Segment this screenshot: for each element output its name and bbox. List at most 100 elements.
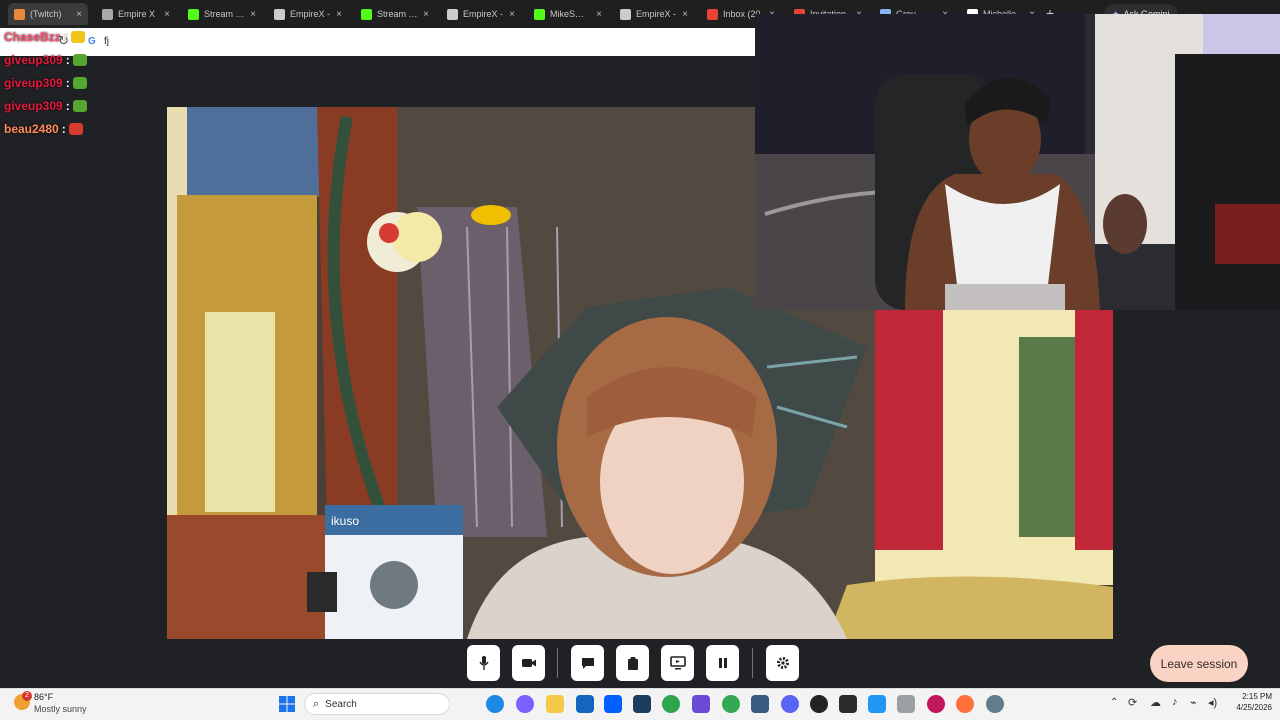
- control-divider: [557, 648, 558, 678]
- chat-emote-icon: [72, 77, 87, 89]
- address-bar[interactable]: [0, 28, 756, 56]
- tab-label: EmpireX -: [636, 9, 677, 19]
- chrome-icon[interactable]: [722, 695, 740, 713]
- browser-tab[interactable]: Stream - K ×: [355, 3, 435, 25]
- close-tab-icon[interactable]: ×: [164, 9, 170, 20]
- app-icon[interactable]: [927, 695, 945, 713]
- weather-badge: 2: [22, 691, 32, 701]
- start-button[interactable]: [279, 696, 295, 717]
- microphone-icon: [478, 656, 489, 670]
- dropbox-icon[interactable]: [604, 695, 622, 713]
- network-icon[interactable]: ⌁: [1190, 696, 1197, 709]
- present-screen-button[interactable]: [661, 645, 694, 681]
- clock-time: 2:15 PM: [1242, 692, 1272, 701]
- chat-username: giveup309: [4, 76, 63, 90]
- chat-message: beau2480:: [4, 122, 83, 136]
- browser-tab[interactable]: Empire X ×: [96, 3, 176, 25]
- close-tab-icon[interactable]: ×: [336, 9, 342, 20]
- browser-tab[interactable]: (Twitch) ×: [8, 3, 88, 25]
- grid-app-icon[interactable]: [692, 695, 710, 713]
- microphone-button[interactable]: [467, 645, 500, 681]
- tab-favicon-icon: [447, 8, 458, 20]
- tab-label: (Twitch): [30, 9, 62, 19]
- camera-icon: [521, 659, 536, 667]
- browser-tab[interactable]: EmpireX - ×: [614, 3, 694, 25]
- browser-tab[interactable]: EmpireX - ×: [441, 3, 521, 25]
- camera-button[interactable]: [512, 645, 545, 681]
- copilot-icon[interactable]: [516, 695, 534, 713]
- discord-icon[interactable]: [781, 695, 799, 713]
- browser-tab[interactable]: EmpireX - ×: [268, 3, 348, 25]
- chat-separator: :: [63, 30, 68, 44]
- tab-favicon-icon: [707, 8, 718, 20]
- epic-games-icon[interactable]: [839, 695, 857, 713]
- control-divider: [752, 648, 753, 678]
- tab-label: MikeSmalli: [550, 9, 592, 19]
- edge-icon[interactable]: [486, 695, 504, 713]
- app-icon[interactable]: [897, 695, 915, 713]
- app-icon[interactable]: [868, 695, 886, 713]
- chat-emote-icon: [68, 123, 83, 135]
- taskbar-search-label: Search: [325, 698, 357, 710]
- chat-button[interactable]: [571, 645, 604, 681]
- chat-separator: :: [65, 99, 70, 113]
- firefox-icon[interactable]: [956, 695, 974, 713]
- chat-username: giveup309: [4, 53, 63, 67]
- pause-button[interactable]: [706, 645, 739, 681]
- close-tab-icon[interactable]: ×: [682, 9, 688, 20]
- tab-favicon-icon: [620, 8, 631, 20]
- present-screen-icon: [669, 656, 686, 670]
- search-icon: ⌕: [313, 697, 320, 710]
- file-explorer-icon[interactable]: [546, 695, 564, 713]
- chat-message: ChaseBzz:: [4, 30, 85, 44]
- weather-description: Mostly sunny: [34, 704, 87, 714]
- cloud-icon[interactable]: ☁: [1150, 696, 1161, 709]
- webcam-image: [755, 14, 1280, 310]
- chat-separator: :: [65, 53, 70, 67]
- chat-emote-icon: [72, 54, 87, 66]
- product-box-label: ikuso: [331, 514, 359, 528]
- chevron-up-icon[interactable]: ⌃: [1110, 697, 1118, 708]
- app-icon[interactable]: [633, 695, 651, 713]
- close-tab-icon[interactable]: ×: [76, 9, 82, 20]
- chat-emote-icon: [72, 100, 87, 112]
- streamer-webcam: [755, 14, 1280, 310]
- taskbar-clock[interactable]: 2:15 PM 4/25/2026: [1228, 692, 1272, 712]
- store-icon[interactable]: [576, 695, 594, 713]
- clock-date: 4/25/2026: [1236, 703, 1272, 712]
- settings-button[interactable]: [766, 645, 799, 681]
- app-icon[interactable]: [751, 695, 769, 713]
- tab-label: EmpireX -: [290, 9, 331, 19]
- obs-icon[interactable]: [810, 695, 828, 713]
- close-tab-icon[interactable]: ×: [250, 9, 256, 20]
- leave-session-button[interactable]: Leave session: [1150, 645, 1248, 682]
- search-engine-icon: G: [88, 36, 96, 47]
- clipboard-icon: [627, 656, 638, 670]
- sync-icon[interactable]: ⟳: [1128, 696, 1137, 709]
- tab-label: EmpireX -: [463, 9, 504, 19]
- tab-favicon-icon: [534, 8, 545, 20]
- volume-icon[interactable]: ◂): [1208, 696, 1217, 709]
- spotify-icon[interactable]: [662, 695, 680, 713]
- taskbar-search[interactable]: ⌕ Search: [304, 693, 450, 715]
- pause-icon: [718, 658, 727, 668]
- settings-app-icon[interactable]: [986, 695, 1004, 713]
- chat-separator: :: [65, 76, 70, 90]
- browser-tab[interactable]: MikeSmalli ×: [528, 3, 608, 25]
- tab-favicon-icon: [102, 8, 113, 20]
- tab-label: Stream - K: [377, 9, 419, 19]
- windows-start-icon: [279, 696, 295, 712]
- close-tab-icon[interactable]: ×: [509, 9, 515, 20]
- address-input[interactable]: fj: [104, 36, 109, 47]
- tab-label: Stream - K: [204, 9, 246, 19]
- weather-temp: 86°F: [34, 692, 54, 702]
- close-tab-icon[interactable]: ×: [596, 9, 602, 20]
- microphone-tray-icon[interactable]: ♪: [1172, 696, 1178, 708]
- chat-message: giveup309:: [4, 53, 87, 67]
- clipboard-button[interactable]: [616, 645, 649, 681]
- close-tab-icon[interactable]: ×: [423, 9, 429, 20]
- chat-icon: [581, 658, 594, 669]
- browser-tab[interactable]: Stream - K ×: [182, 3, 262, 25]
- tab-favicon-icon: [14, 8, 25, 20]
- tab-favicon-icon: [274, 8, 285, 20]
